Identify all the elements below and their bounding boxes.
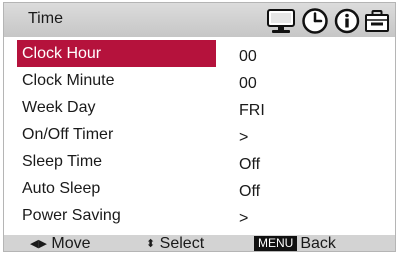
- back-hint: MENU Back: [254, 235, 336, 252]
- menu-item-value: 00: [239, 75, 257, 92]
- menu-item-label: On/Off Timer: [22, 126, 114, 143]
- menu-item-value: Off: [239, 183, 261, 200]
- monitor-icon[interactable]: [266, 7, 296, 35]
- menu-list: Clock Hour 00 Clock Minute 00 Week Day F…: [4, 40, 395, 229]
- osd-menu: Time Clock Hour 00 Clock Minute 00 Week …: [3, 2, 396, 252]
- menu-item-label: Power Saving: [22, 207, 121, 224]
- menu-item-power-saving[interactable]: Power Saving >: [4, 202, 395, 229]
- menu-item-week-day[interactable]: Week Day FRI: [4, 94, 395, 121]
- menu-item-clock-minute[interactable]: Clock Minute 00: [4, 67, 395, 94]
- menu-item-value: FRI: [239, 102, 265, 119]
- menu-item-value: 00: [239, 48, 257, 65]
- submenu-arrow: >: [239, 129, 249, 146]
- move-hint: ◀▶ Move: [30, 235, 91, 252]
- menu-item-on-off-timer[interactable]: On/Off Timer >: [4, 121, 395, 148]
- menu-title: Time: [28, 10, 63, 27]
- menu-item-value: Off: [239, 156, 261, 173]
- menu-item-clock-hour[interactable]: Clock Hour 00: [4, 40, 395, 67]
- up-down-arrow-icon: ⬍: [146, 238, 156, 250]
- menu-item-label: Week Day: [22, 99, 96, 116]
- help-bar: ◀▶ Move ⬍ Select MENU Back: [4, 235, 395, 252]
- select-hint-label: Select: [159, 235, 205, 252]
- back-hint-label: Back: [300, 235, 336, 252]
- menu-header: Time: [4, 3, 395, 37]
- select-hint: ⬍ Select: [146, 235, 205, 252]
- info-icon[interactable]: [334, 7, 360, 35]
- submenu-arrow: >: [239, 210, 249, 227]
- menu-item-label: Clock Hour: [17, 40, 216, 67]
- menu-item-label: Auto Sleep: [22, 180, 101, 197]
- menu-item-label: Sleep Time: [22, 153, 103, 170]
- menu-item-sleep-time[interactable]: Sleep Time Off: [4, 148, 395, 175]
- left-right-arrow-icon: ◀▶: [30, 238, 47, 250]
- toolbox-icon[interactable]: [364, 7, 390, 35]
- menu-item-label: Clock Minute: [22, 72, 115, 89]
- clock-icon[interactable]: [301, 7, 329, 35]
- menu-key-badge: MENU: [254, 236, 298, 251]
- move-hint-label: Move: [51, 235, 91, 252]
- menu-item-auto-sleep[interactable]: Auto Sleep Off: [4, 175, 395, 202]
